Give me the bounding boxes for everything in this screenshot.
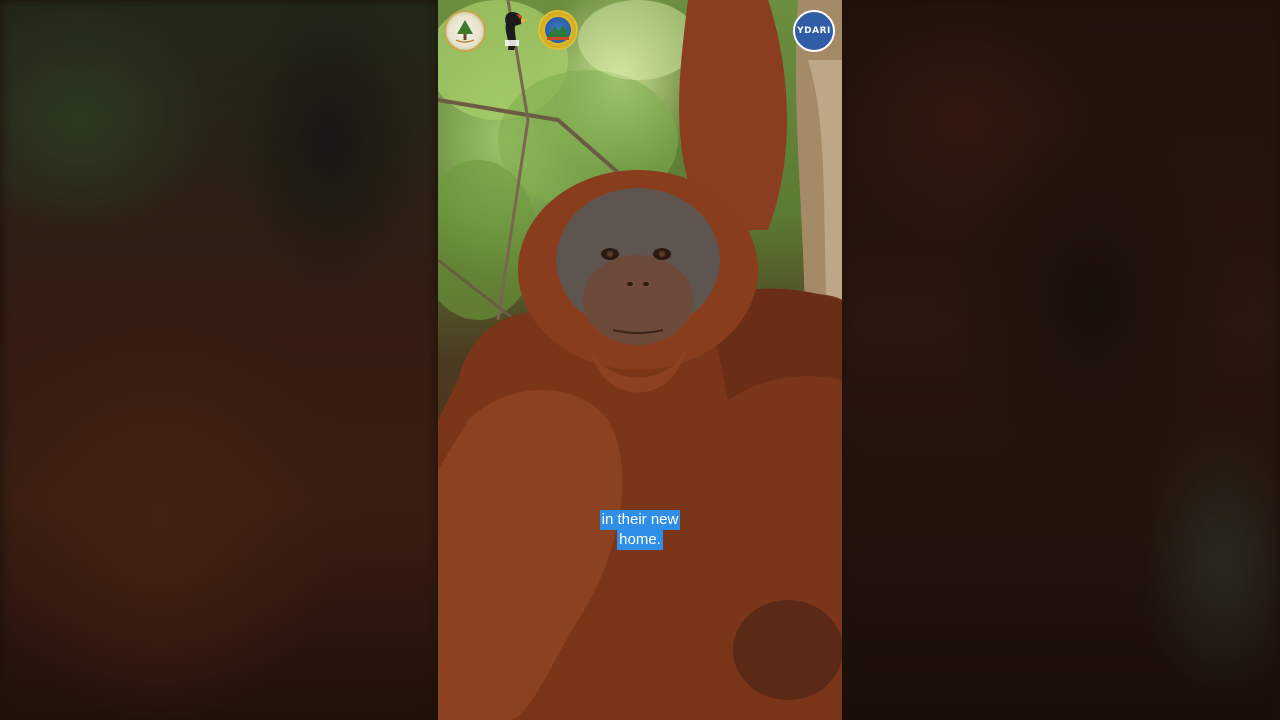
- orangutan-scene: [438, 0, 842, 720]
- hornbill-icon: [492, 10, 532, 50]
- ydari-logo-icon: YDARI: [793, 10, 835, 52]
- blurred-background-right: [842, 0, 1280, 720]
- forest-emblem-icon: [444, 10, 486, 52]
- video-frame[interactable]: [438, 0, 842, 720]
- caption-line-1: in their new: [599, 510, 681, 530]
- mountain-emblem-icon: [538, 10, 578, 50]
- caption-line-2: home.: [617, 530, 663, 550]
- video-caption: in their new home.: [589, 510, 691, 550]
- ydari-logo-text: YDARI: [797, 26, 831, 36]
- blurred-background-left: [0, 0, 438, 720]
